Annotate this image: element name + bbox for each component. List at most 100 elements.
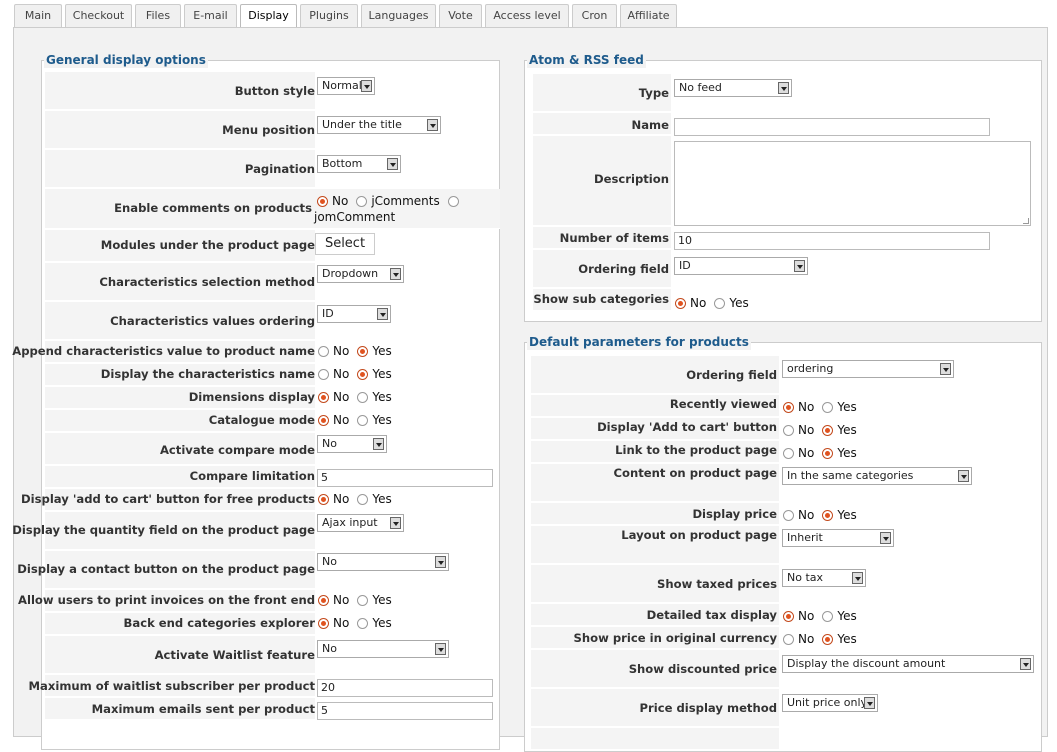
tab-display[interactable]: Display xyxy=(240,4,297,29)
free-cart-row: Display 'add to cart' button for free pr… xyxy=(21,489,315,511)
print-invoices-yes-radio[interactable] xyxy=(357,594,369,606)
tab-vote[interactable]: Vote xyxy=(439,4,482,28)
chevron-down-icon xyxy=(852,572,863,584)
print-invoices-row: Allow users to print invoices on the fro… xyxy=(18,590,315,612)
display-price-no-radio[interactable] xyxy=(783,509,794,521)
pagination-select[interactable]: Bottom xyxy=(317,155,401,173)
append-char-no-radio[interactable] xyxy=(318,345,329,357)
waitlist-select[interactable]: No xyxy=(317,640,449,658)
comments-jcomments-radio[interactable] xyxy=(356,195,368,207)
recently-row: Recently viewed xyxy=(531,395,779,417)
link-product-label: Link to the product page xyxy=(615,443,777,457)
char-name-row: Display the characteristics name xyxy=(45,364,315,386)
feed-description-label: Description xyxy=(594,172,669,186)
num-items-label: Number of items xyxy=(559,231,669,245)
cat-explorer-yes-radio[interactable] xyxy=(357,617,369,629)
modules-label: Modules under the product page xyxy=(100,238,315,252)
select-modules-button[interactable]: Select xyxy=(315,233,375,255)
tab-affiliate[interactable]: Affiliate xyxy=(620,4,677,28)
comments-jomcomment-label: jomComment xyxy=(314,210,396,224)
tab-bar: Main Checkout Files E-mail Display Plugi… xyxy=(0,0,1057,29)
contact-btn-select[interactable]: No xyxy=(317,553,449,571)
link-product-no-radio[interactable] xyxy=(783,447,794,459)
tab-email[interactable]: E-mail xyxy=(184,4,237,28)
orig-currency-yes-radio[interactable] xyxy=(822,633,834,645)
jomcomment-label-wrap: jomComment xyxy=(314,210,403,224)
compare-limit-input[interactable]: 5 xyxy=(317,469,493,487)
price-method-select[interactable]: Unit price only xyxy=(782,694,878,712)
taxed-label: Show taxed prices xyxy=(657,577,777,591)
num-items-input[interactable]: 10 xyxy=(674,232,990,250)
append-char-yes-radio[interactable] xyxy=(357,345,369,357)
qty-field-select[interactable]: Ajax input xyxy=(317,514,404,532)
char-selection-select[interactable]: Dropdown xyxy=(317,265,404,283)
feed-name-input[interactable] xyxy=(674,118,990,136)
display-price-yes-label: Yes xyxy=(837,508,857,522)
taxed-select[interactable]: No tax xyxy=(782,569,866,587)
print-invoices-no-label: No xyxy=(333,593,350,607)
content-select[interactable]: In the same categories xyxy=(782,467,972,485)
feed-ordering-select[interactable]: ID xyxy=(674,257,808,275)
recently-yes-radio[interactable] xyxy=(822,401,834,413)
detailed-tax-row: Detailed tax display xyxy=(531,604,779,626)
add-cart-yes-radio[interactable] xyxy=(822,424,834,436)
detailed-tax-yes-radio[interactable] xyxy=(822,610,834,622)
feed-description-textarea[interactable] xyxy=(674,141,1031,226)
tab-main[interactable]: Main xyxy=(14,4,62,28)
char-ordering-select[interactable]: ID xyxy=(317,305,391,323)
char-selection-row: Characteristics selection method xyxy=(45,263,315,301)
detailed-tax-no-radio[interactable] xyxy=(783,610,794,622)
char-selection-label: Characteristics selection method xyxy=(99,275,315,289)
recently-no-radio[interactable] xyxy=(783,401,794,413)
tab-files[interactable]: Files xyxy=(135,4,181,28)
print-invoices-no-radio[interactable] xyxy=(318,594,329,606)
char-name-yes-radio[interactable] xyxy=(357,368,369,380)
feed-name-label: Name xyxy=(631,118,669,132)
char-name-no-radio[interactable] xyxy=(318,368,329,380)
compare-mode-select[interactable]: No xyxy=(317,435,387,453)
chevron-down-icon xyxy=(390,268,401,280)
comments-jomcomment-radio[interactable] xyxy=(447,195,459,207)
char-name-no-label: No xyxy=(333,367,350,381)
max-waitlist-input[interactable]: 20 xyxy=(317,679,493,697)
tab-access-level[interactable]: Access level xyxy=(485,4,569,28)
catalogue-yes-radio[interactable] xyxy=(357,414,369,426)
max-emails-input[interactable]: 5 xyxy=(317,702,493,720)
feed-type-select[interactable]: No feed xyxy=(674,79,792,97)
link-product-yes-radio[interactable] xyxy=(822,447,834,459)
discounted-select[interactable]: Display the discount amount xyxy=(782,655,1034,673)
menu-position-select[interactable]: Under the title xyxy=(317,116,441,134)
layout-label: Layout on product page xyxy=(621,528,777,542)
price-method-row: Price display method xyxy=(531,689,779,727)
atom-rss-fieldset: Atom & RSS feed Type No feed Name Descri… xyxy=(524,52,1042,322)
tab-languages[interactable]: Languages xyxy=(361,4,436,28)
contact-btn-label: Display a contact button on the product … xyxy=(17,562,315,576)
catalogue-no-radio[interactable] xyxy=(318,414,329,426)
display-price-yes-radio[interactable] xyxy=(822,509,834,521)
comments-no-radio[interactable] xyxy=(317,195,328,207)
enable-comments-options: No jComments xyxy=(317,194,463,208)
add-cart-no-radio[interactable] xyxy=(783,424,794,436)
button-style-select[interactable]: Normal xyxy=(317,77,375,95)
free-cart-yes-radio[interactable] xyxy=(357,493,369,505)
free-cart-no-radio[interactable] xyxy=(318,493,329,505)
sub-cats-yes-radio[interactable] xyxy=(714,297,726,309)
chevron-down-icon xyxy=(435,643,446,655)
prod-ordering-select[interactable]: ordering xyxy=(782,360,954,378)
tab-cron[interactable]: Cron xyxy=(572,4,617,28)
orig-currency-no-radio[interactable] xyxy=(783,633,794,645)
sub-cats-no-radio[interactable] xyxy=(675,297,686,309)
tab-checkout[interactable]: Checkout xyxy=(65,4,132,28)
max-waitlist-row: Maximum of waitlist subscriber per produ… xyxy=(29,675,315,697)
dimensions-yes-radio[interactable] xyxy=(357,391,369,403)
layout-select[interactable]: Inherit xyxy=(782,529,894,547)
dimensions-no-radio[interactable] xyxy=(318,391,329,403)
feed-name-row: Name xyxy=(533,113,671,135)
link-product-options: No Yes xyxy=(783,446,865,460)
resize-grip-icon[interactable] xyxy=(1023,218,1029,224)
waitlist-label: Activate Waitlist feature xyxy=(154,648,315,662)
cat-explorer-no-radio[interactable] xyxy=(318,617,329,629)
char-ordering-row: Characteristics values ordering xyxy=(45,302,315,340)
tab-plugins[interactable]: Plugins xyxy=(300,4,358,28)
general-display-legend: General display options xyxy=(44,52,208,68)
